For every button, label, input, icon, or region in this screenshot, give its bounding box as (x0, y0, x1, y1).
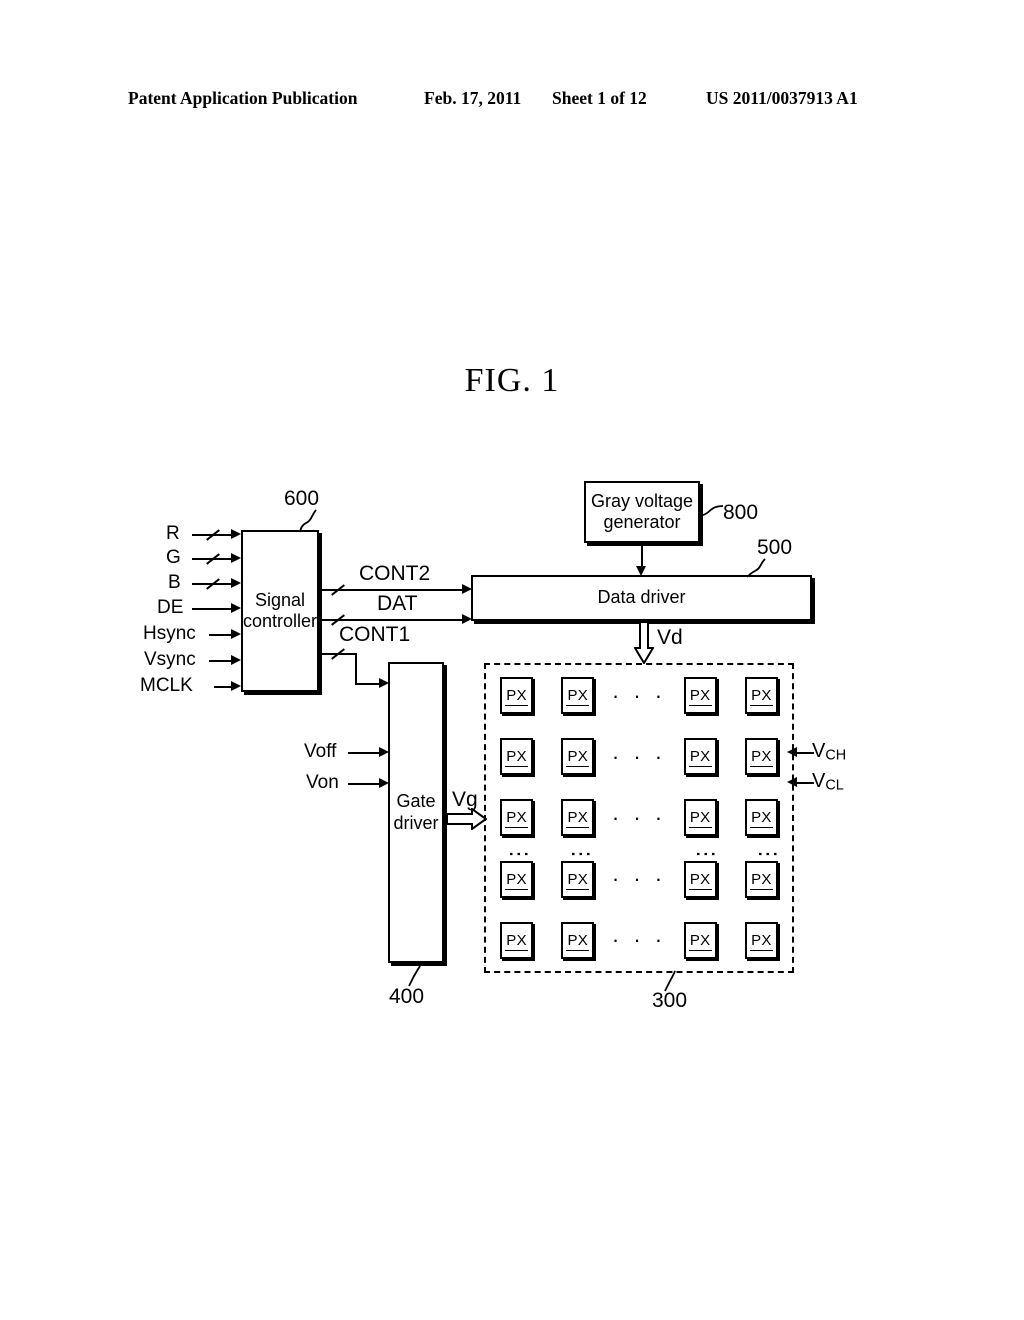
input-label-de: DE (157, 597, 184, 618)
pixel-cell: PX (561, 799, 595, 837)
gray-voltage-generator-label-line2: generator (603, 512, 681, 532)
ref-800: 800 (723, 501, 759, 524)
signal-line-cont2 (319, 589, 467, 591)
header-sheet: Sheet 1 of 12 (552, 88, 647, 108)
header-date: Feb. 17, 2011 (424, 88, 522, 108)
data-driver-block: Data driver (471, 575, 812, 621)
gray-voltage-generator-label-line1: Gray voltage (590, 490, 694, 511)
signal-label-vcl: VCL (812, 770, 844, 794)
horizontal-ellipsis: · · · (611, 866, 667, 892)
input-label-von: Von (306, 772, 339, 793)
signal-controller-label-line2: controller (242, 611, 318, 631)
ref-500: 500 (757, 536, 793, 559)
ref-300: 300 (652, 989, 688, 1012)
pixel-cell: PX (500, 677, 534, 715)
signal-line-cont1-b (355, 653, 357, 683)
input-arrowhead-mclk (231, 681, 241, 691)
horizontal-ellipsis: · · · (611, 804, 667, 830)
pixel-cell: PX (500, 799, 534, 837)
input-label-vsync: Vsync (144, 649, 196, 670)
signal-label-cont1: CONT1 (339, 623, 411, 646)
vertical-ellipsis: ⋮ (569, 843, 594, 867)
pixel-cell: PX (683, 677, 717, 715)
input-label-g: G (166, 547, 181, 568)
data-driver-label: Data driver (597, 587, 686, 608)
leader-600 (299, 509, 317, 533)
vertical-ellipsis: ⋮ (507, 843, 532, 867)
leader-800 (702, 505, 724, 516)
pixel-cell: PX (744, 799, 778, 837)
leader-300 (664, 970, 676, 992)
header-patent-number: US 2011/0037913 A1 (706, 88, 858, 108)
input-arrowhead-von (379, 778, 389, 788)
pixel-cell: PX (683, 921, 717, 959)
input-arrowhead-voff (379, 747, 389, 757)
pixel-cell: PX (683, 738, 717, 776)
signal-label-dat: DAT (377, 592, 418, 615)
horizontal-ellipsis: · · · (611, 927, 667, 953)
input-arrowhead-b (231, 578, 241, 588)
pixel-cell: PX (561, 677, 595, 715)
input-label-voff: Voff (304, 741, 337, 762)
input-label-r: R (166, 523, 180, 544)
publication-header: Patent Application Publication Feb. 17, … (0, 88, 1024, 114)
header-publication: Patent Application Publication (128, 88, 358, 108)
signal-controller-block: Signal controller (241, 530, 319, 692)
input-arrowhead-de (231, 603, 241, 613)
gate-driver-block: Gate driver (388, 662, 444, 963)
signal-label-vch: VCH (812, 740, 847, 764)
figure-title: FIG. 1 (464, 362, 560, 399)
pixel-cell: PX (744, 738, 778, 776)
pixel-cell: PX (500, 921, 534, 959)
input-line-de (192, 608, 236, 610)
pixel-cell: PX (561, 921, 595, 959)
input-label-mclk: MCLK (140, 675, 193, 696)
leader-400 (408, 965, 421, 987)
signal-label-vg: Vg (452, 788, 478, 811)
vg-block-arrow (447, 808, 487, 830)
pixel-cell: PX (744, 921, 778, 959)
input-label-b: B (168, 572, 181, 593)
gate-driver-label-line2: driver (393, 812, 439, 833)
input-arrowhead-g (231, 553, 241, 563)
signal-label-vd: Vd (657, 626, 683, 649)
gray-voltage-generator-block: Gray voltage generator (584, 481, 700, 543)
pixel-cell: PX (744, 677, 778, 715)
pixel-array-region: PX PX · · · PX PX PX PX · · · PX PX PX P… (484, 663, 794, 973)
ref-600: 600 (284, 487, 320, 510)
pixel-cell: PX (500, 738, 534, 776)
signal-label-cont2: CONT2 (359, 562, 431, 585)
signal-line-dat (319, 619, 467, 621)
horizontal-ellipsis: · · · (611, 743, 667, 769)
input-arrowhead-hsync (231, 629, 241, 639)
leader-500 (746, 558, 766, 578)
input-arrowhead-r (231, 529, 241, 539)
vertical-ellipsis: ⋮ (694, 843, 719, 867)
input-label-hsync: Hsync (143, 623, 196, 644)
pixel-cell: PX (561, 738, 595, 776)
signal-controller-label-line1: Signal (254, 589, 306, 610)
pixel-grid: PX PX · · · PX PX PX PX · · · PX PX PX P… (486, 665, 792, 971)
vertical-ellipsis: ⋮ (756, 843, 781, 867)
vd-block-arrow (634, 622, 654, 664)
horizontal-ellipsis: · · · (611, 682, 667, 708)
pixel-cell: PX (683, 799, 717, 837)
ref-400: 400 (389, 985, 425, 1008)
gate-driver-label-line1: Gate (396, 791, 436, 812)
input-arrowhead-vsync (231, 655, 241, 665)
